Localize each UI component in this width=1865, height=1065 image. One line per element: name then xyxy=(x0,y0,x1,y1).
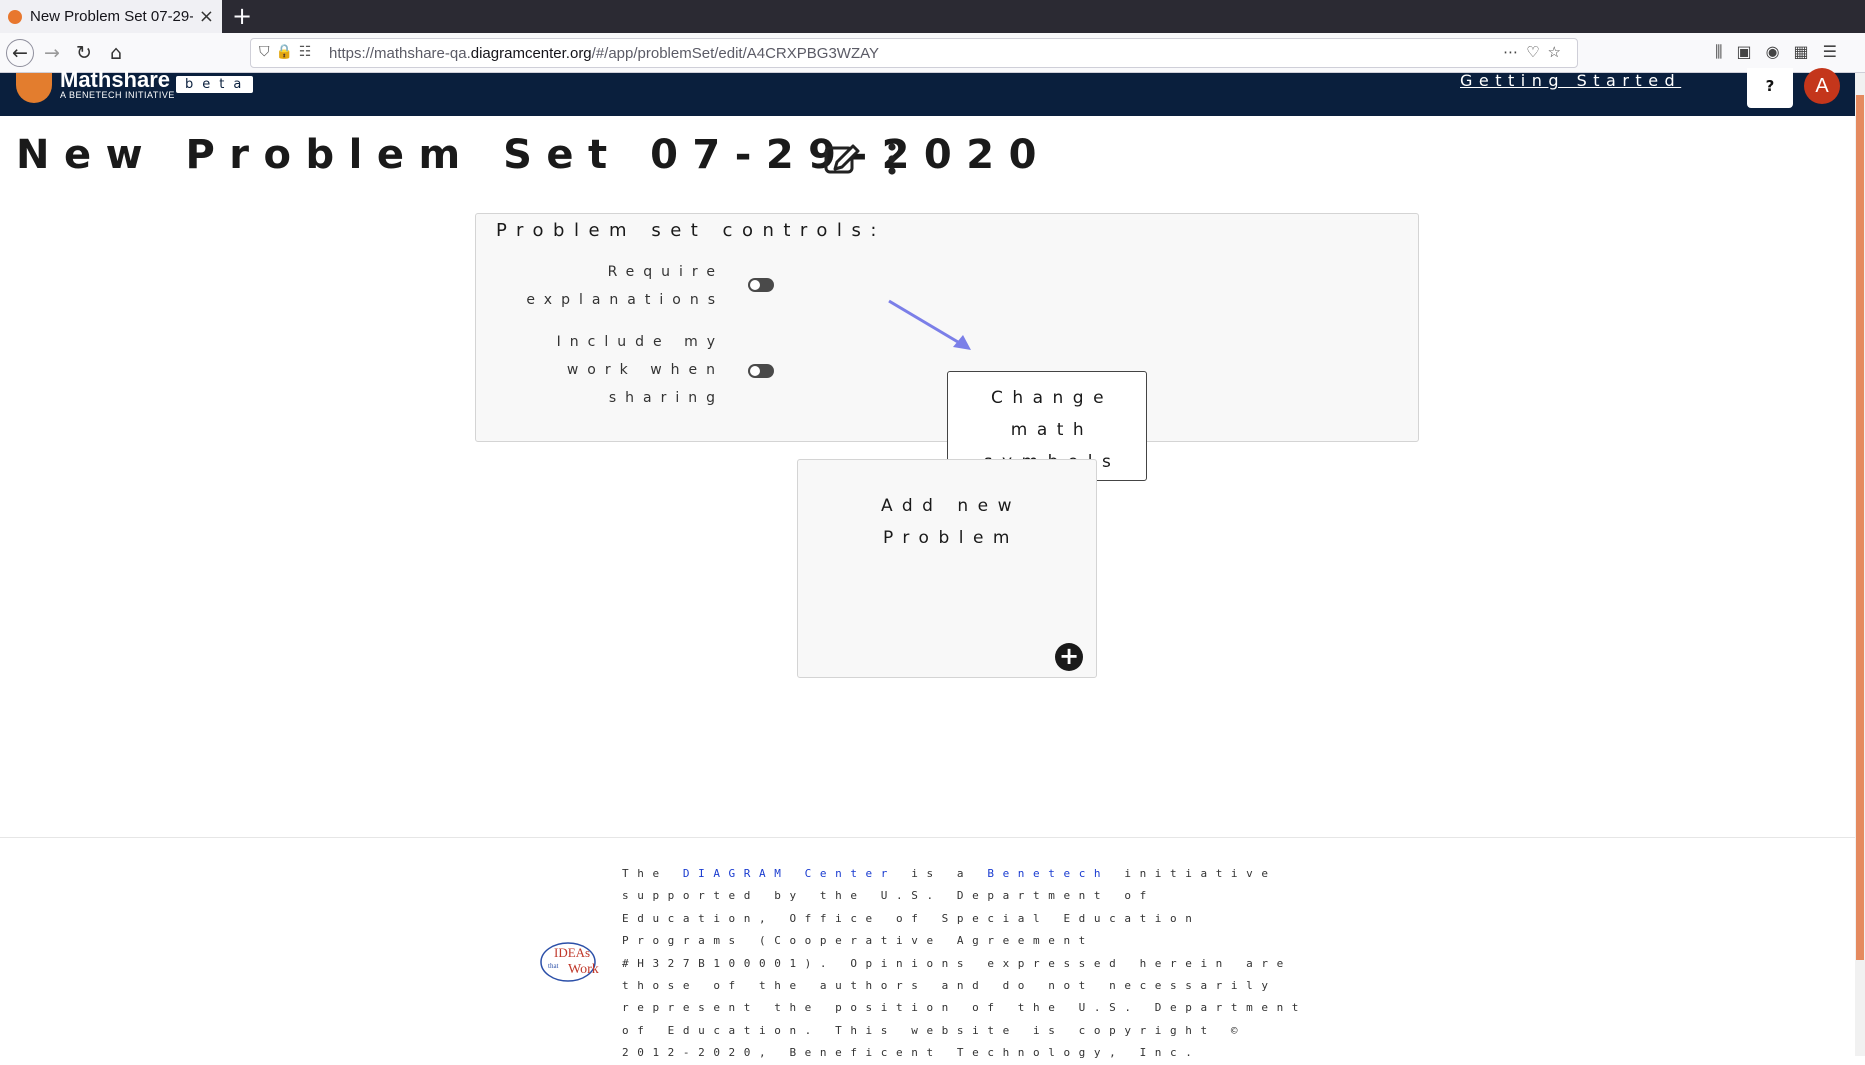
new-tab-button[interactable]: + xyxy=(232,3,252,29)
svg-text:IDEAs: IDEAs xyxy=(554,945,590,960)
reload-icon[interactable]: ↻ xyxy=(70,39,98,67)
edit-title-icon[interactable] xyxy=(823,140,861,176)
footer-divider xyxy=(0,837,1855,838)
browser-toolbar-icons[interactable]: ⫼▣◉▦☰ xyxy=(1715,42,1851,62)
pointer-arrow-icon xyxy=(888,299,971,350)
add-new-problem-card[interactable]: Add new Problem + xyxy=(797,459,1097,678)
forward-arrow-icon[interactable]: → xyxy=(38,39,66,67)
benetech-link[interactable]: Benetech xyxy=(987,867,1109,880)
app-header: Mathshare A BENETECH INITIATIVE beta Get… xyxy=(0,67,1855,116)
beta-badge: beta xyxy=(176,76,254,93)
help-button[interactable]: ? xyxy=(1747,68,1793,108)
svg-text:that: that xyxy=(548,962,559,970)
user-avatar[interactable]: A xyxy=(1804,68,1840,104)
diagram-center-link[interactable]: DIAGRAM Center xyxy=(683,867,896,880)
home-icon[interactable]: ⌂ xyxy=(102,39,130,67)
address-bar[interactable]: ⛉🔒☷ https://mathshare-qa.diagramcenter.o… xyxy=(250,38,1578,68)
include-work-toggle[interactable] xyxy=(748,364,774,378)
footer-disclaimer: The DIAGRAM Center is a Benetech initiat… xyxy=(622,867,1308,1060)
getting-started-link[interactable]: Getting Started xyxy=(1460,71,1681,90)
back-arrow-icon[interactable]: ← xyxy=(6,39,34,67)
more-options-icon[interactable] xyxy=(886,142,898,176)
site-security-icons[interactable]: ⛉🔒☷ xyxy=(259,44,317,60)
svg-text:Work: Work xyxy=(568,962,599,977)
plus-circle-icon[interactable]: + xyxy=(1055,643,1083,671)
add-new-problem-label: Add new Problem xyxy=(881,496,1021,548)
browser-navigation-bar: ← → ↻ ⌂ ⛉🔒☷ https://mathshare-qa.diagram… xyxy=(0,33,1865,73)
browser-tab-bar: New Problem Set 07-29-2020 × + xyxy=(0,0,1865,33)
scrollbar-thumb[interactable] xyxy=(1856,95,1864,960)
include-work-label: Include my work when sharing xyxy=(556,334,724,406)
controls-heading: Problem set controls: xyxy=(496,220,886,241)
app-subtitle: A BENETECH INITIATIVE xyxy=(60,90,175,100)
browser-tab[interactable]: New Problem Set 07-29-2020 × xyxy=(0,0,222,33)
require-explanations-toggle[interactable] xyxy=(748,278,774,292)
mathshare-favicon-icon xyxy=(8,9,22,24)
url-text[interactable]: https://mathshare-qa.diagramcenter.org/#… xyxy=(329,45,879,62)
page-actions-icons[interactable]: ⋯♡☆ xyxy=(1503,43,1569,61)
require-explanations-label: Require explanations xyxy=(526,264,724,308)
mathshare-logo-icon[interactable] xyxy=(16,73,52,103)
tab-title: New Problem Set 07-29-2020 xyxy=(30,8,193,25)
close-tab-icon[interactable]: × xyxy=(199,7,214,26)
ideas-that-work-logo-icon[interactable]: IDEAs that Work xyxy=(538,940,606,986)
